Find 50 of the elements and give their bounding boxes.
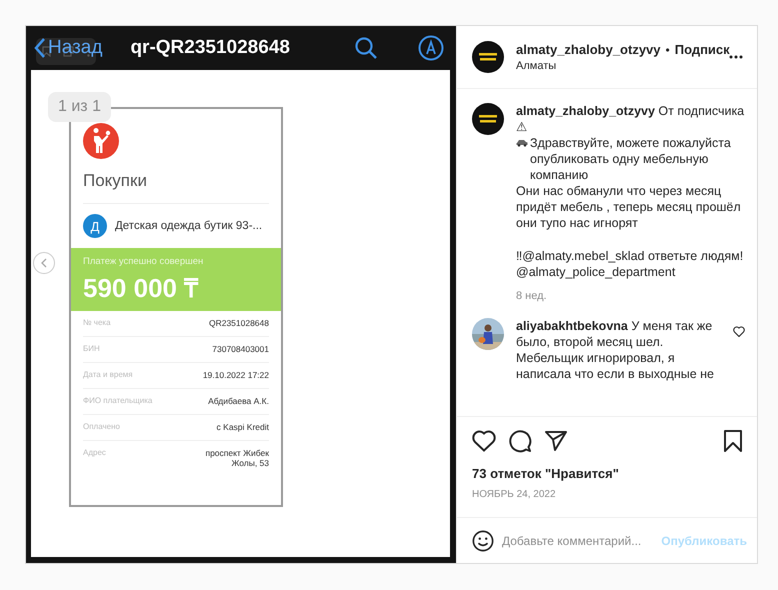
likes-count[interactable]: 73 отметок "Нравится"	[472, 466, 743, 481]
detail-value: QR2351028648	[208, 318, 269, 328]
chevron-left-icon	[34, 37, 46, 59]
comment-button[interactable]	[508, 429, 532, 453]
payment-status: Платеж успешно совершен	[83, 256, 204, 267]
detail-label: ФИО плательщика	[83, 396, 152, 405]
share-button[interactable]	[544, 429, 568, 453]
markup-button[interactable]	[418, 35, 444, 61]
document-title: qr-QR2351028648	[130, 37, 291, 59]
like-comment-button[interactable]	[733, 326, 745, 336]
page-counter: 1 из 1	[48, 92, 111, 122]
payment-amount: 590 000 ₸	[83, 272, 200, 305]
detail-value: с Kaspi Kredit	[216, 422, 269, 432]
detail-label: Адрес	[83, 448, 106, 457]
like-button[interactable]	[472, 430, 496, 452]
detail-label: Дата и время	[83, 370, 133, 379]
caption-text: almaty_zhaloby_otzyvy От подписчика ⚠	[516, 104, 744, 134]
detail-label: Оплачено	[83, 422, 120, 431]
back-link[interactable]: Назад	[34, 37, 102, 59]
people-logo-icon	[83, 123, 119, 159]
car-icon	[516, 138, 528, 147]
caption-text: ‼@almaty.mebel_sklad ответьте людям!	[516, 248, 744, 262]
merchant-avatar: Д	[83, 214, 107, 238]
detail-value: 730708403001	[212, 344, 269, 354]
post-date: НОЯБРЬ 24, 2022	[472, 489, 557, 500]
copy-icon[interactable]	[63, 46, 74, 57]
detail-label: № чека	[83, 318, 111, 327]
caption-text: Здравствуйте, можете пожалуйста опубликовать одну мебельную компанию	[530, 135, 732, 183]
follow-link[interactable]: Подписк	[674, 42, 730, 57]
merchant-name: Детская одежда бутик 93-...	[115, 220, 262, 232]
detail-value: 19.10.2022 17:22	[202, 370, 269, 380]
account-logo[interactable]	[472, 103, 504, 135]
category-title: Покупки	[83, 171, 148, 191]
emoji-button[interactable]	[472, 530, 494, 552]
detail-value: проспект Жибек Жолы, 53	[204, 448, 269, 468]
bookmark-button[interactable]	[723, 429, 743, 453]
search-button[interactable]	[354, 36, 378, 60]
separator-dot: •	[666, 42, 670, 56]
more-icon	[729, 55, 743, 59]
caption-text: @almaty_police_department	[516, 264, 676, 278]
bookmark-icon[interactable]	[42, 46, 52, 57]
chevron-left-icon	[41, 258, 47, 268]
post-age: 8 нед.	[516, 288, 548, 304]
account-logo[interactable]	[472, 41, 504, 73]
detail-label: БИН	[83, 344, 100, 353]
detail-value: Абдибаева А.К.	[208, 396, 269, 406]
username-link[interactable]: almaty_zhaloby_otzyvy	[516, 42, 661, 57]
location-text: Алматы	[516, 60, 558, 72]
comment-text: aliyabakhtbekovna У меня так же было, второй месяц шел. Мебельщик игнорировал, я написала что если в выходные не	[516, 318, 715, 382]
caption-text: Они нас обманули что через месяц придёт мебель , теперь месяц прошёл они тупо нас игнорят	[516, 184, 741, 230]
